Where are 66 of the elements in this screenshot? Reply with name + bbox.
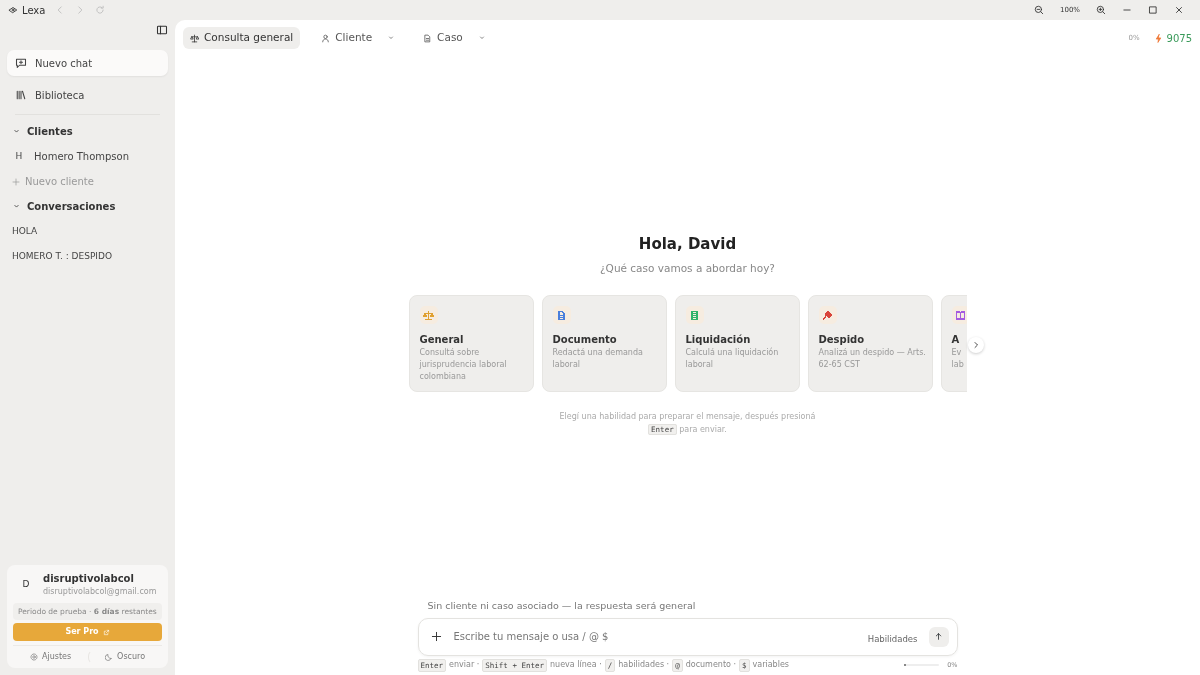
skill-description: Consultá sobre jurisprudencia laboral colombiana [419,347,508,384]
plus-icon [12,177,20,186]
greeting-title: Hola, David [638,234,737,255]
chevron-right-icon [971,341,980,350]
sidebar-toggle-icon[interactable] [156,24,168,36]
sidebar-item[interactable]: H Homero Thompson [7,144,168,169]
skills-button[interactable]: Habilidades [866,632,919,648]
chevron-icon [12,202,21,211]
theme-button[interactable]: Oscuro [88,650,162,664]
avatar-initial: D [21,577,31,591]
books-icon [15,89,27,101]
hint-text: para enviar. [679,425,727,435]
credit-count: 9075 [1166,31,1192,46]
chevron-icon [12,127,21,136]
skill-card[interactable]: Liquidación Calculá una liquidación laboral [674,295,800,393]
context-tab[interactable]: Cliente [314,27,403,49]
skill-title: General [419,333,465,348]
sidebar-item[interactable]: Nuevo chat [7,50,168,76]
section-header[interactable]: Conversaciones [7,194,168,219]
settings-icon [29,653,38,661]
hint-text: Elegí una habilidad para preparar el mensaje, después presioná [559,412,816,422]
settings-button[interactable]: Ajustes [13,650,89,664]
lightning-icon [1153,33,1163,43]
send-button[interactable] [928,626,949,647]
hint-text: enviar · [449,659,480,672]
skill-description: Calculá una liquidación laboral [685,347,780,372]
greeting-subtitle: ¿Qué caso vamos a abordar hoy? [600,260,775,276]
section-header[interactable]: Clientes [7,119,168,144]
zoom-in-icon[interactable] [1096,5,1106,15]
document-icon [423,33,433,43]
hint-text: variables [752,659,789,672]
hint-text: documento · [685,659,736,672]
skill-title: Despido [818,333,866,348]
maximize-icon[interactable] [1148,5,1158,15]
external-link-icon [102,628,110,636]
zoom-out-icon[interactable] [1034,5,1044,15]
user-name: disruptivolabcol [43,571,135,586]
skill-description: Redactá una demanda laboral [552,347,644,372]
arrow-up-icon [934,632,943,642]
scale-icon [190,33,199,43]
skill-description: Ev lab [951,347,965,372]
person-icon [321,33,331,43]
user-email: disruptivolabcol@gmail.com [43,585,157,598]
avatar-initial: H [14,149,24,163]
skill-title: A [951,333,961,348]
skill-card[interactable]: Despido Analizá un despido — Arts. 62-65 CST [807,295,933,393]
context-notice: Sin cliente ni caso asociado — la respuesta será general [426,598,697,613]
skill-card[interactable]: General Consultá sobre jurisprudencia laboral colombiana [408,295,534,393]
skill-card[interactable]: Documento Redactá una demanda laboral [541,295,667,393]
chat-plus-icon [15,57,27,69]
message-field[interactable]: Escribe tu mensaje o usa / @ $ Habilidades [417,617,958,656]
skill-title: Liquidación [685,333,752,347]
hint-text: nueva línea · [550,659,602,672]
close-icon[interactable] [1174,5,1184,15]
context-tab[interactable]: Caso [416,27,493,49]
hint-text: habilidades · [618,659,670,672]
sidebar-item[interactable]: Biblioteca [7,82,168,108]
sidebar-item[interactable]: HOMERO T. : DESPIDO [7,244,168,269]
logo-icon [8,5,18,15]
skill-title: Documento [552,333,618,348]
plus-icon[interactable] [430,631,442,643]
sidebar-item[interactable]: HOLA [7,219,168,244]
moon-icon [105,653,114,661]
app-name: Lexa [22,3,46,18]
skill-card[interactable]: A Ev lab [940,295,967,393]
context-tab[interactable]: Consulta general [183,27,301,49]
